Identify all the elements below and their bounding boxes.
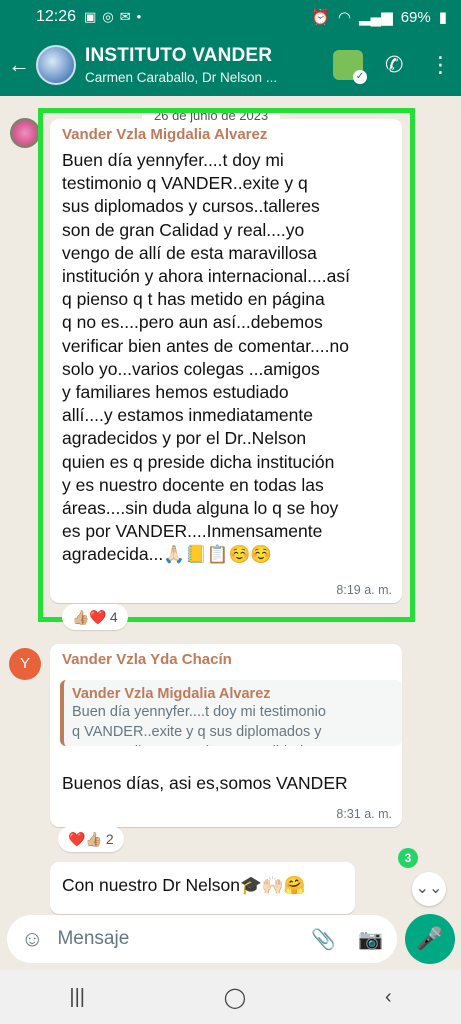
alarm-icon: ⏰ [311,9,330,26]
message-bubble[interactable]: Vander Vzla Yda Chacín Vander Vzla Migda… [50,644,402,827]
chat-area[interactable]: Vander Vzla Migdalia Alvarez Buen día ye… [0,96,461,916]
status-time: 12:26 [36,8,77,25]
add-call-icon[interactable]: ✆ [385,52,403,78]
message-text: Con nuestro Dr Nelson🎓🙌🏻🤗 [62,875,306,895]
message-time: 8:31 a. m. [336,807,392,821]
scroll-down-icon[interactable]: ⌄⌄ [412,872,446,906]
dot-icon: • [136,9,142,24]
wifi-icon: ◠ [337,9,351,26]
reaction-count: 4 [109,609,118,625]
status-bar: 12:26 ▣ ◎ ✉ • ⏰ ◠ ▂▄▆ 69% ▮ [0,0,461,34]
message-sender[interactable]: Vander Vzla Migdalia Alvarez [62,126,267,143]
reaction-emojis: 👍🏼❤️ [72,608,107,625]
reactions-pill[interactable]: 👍🏼❤️ 4 [62,604,128,630]
reaction-emojis: ❤️👍🏼 [68,830,103,847]
group-avatar[interactable] [36,45,76,85]
emoji-icon[interactable]: ☺ [21,926,43,952]
quoted-sender: Vander Vzla Migdalia Alvarez [72,686,271,702]
mic-icon[interactable]: 🎤 [405,914,455,964]
message-sender[interactable]: Vander Vzla Yda Chacín [62,651,232,668]
reaction-count: 2 [105,831,114,847]
date-pill: 26 de junio de 2023 [142,108,281,124]
message-bubble[interactable]: Con nuestro Dr Nelson🎓🙌🏻🤗 [50,862,355,914]
gallery-icon: ▣ [84,9,97,24]
sender-avatar[interactable] [10,118,40,148]
gmail-icon: ✉ [119,9,131,24]
message-text: Buenos días, asi es,somos VANDER [62,773,348,793]
chat-title-box[interactable]: INSTITUTO VANDER Carmen Caraballo, Dr Ne… [85,45,317,85]
unread-badge: 3 [398,848,418,868]
message-bubble[interactable]: Vander Vzla Migdalia Alvarez Buen día ye… [50,119,402,603]
system-nav-bar: ||| ◯ ‹ [0,970,461,1024]
nav-recents-icon[interactable]: ||| [69,986,85,1009]
whatsapp-icon: ◎ [102,9,114,24]
nav-home-icon[interactable]: ◯ [224,985,246,1010]
attach-icon[interactable]: 📎 [311,927,336,952]
message-input[interactable]: Mensaje [57,928,129,950]
chat-header: ← INSTITUTO VANDER Carmen Caraballo, Dr … [0,34,461,96]
camera-icon[interactable]: 📷 [358,927,383,952]
back-arrow-icon[interactable]: ← [2,52,36,78]
chat-subtitle: Carmen Caraballo, Dr Nelson ... [85,70,278,85]
community-icon[interactable] [333,50,367,84]
more-vert-icon[interactable]: ⋮ [429,52,451,78]
sender-avatar[interactable]: Y [9,648,41,680]
chat-title: INSTITUTO VANDER [85,45,273,66]
nav-back-icon[interactable]: ‹ [385,986,392,1009]
quoted-message[interactable]: Vander Vzla Migdalia Alvarez Buen día ye… [60,680,402,746]
message-text: Buen día yennyfer....t doy mi testimonio… [62,150,350,565]
quoted-text: Buen día yennyfer....t doy mi testimonio… [72,704,344,746]
reactions-pill[interactable]: ❤️👍🏼 2 [58,826,124,852]
message-input-bar[interactable]: ☺ Mensaje 📎 📷 [7,915,397,963]
message-time: 8:19 a. m. [336,583,392,597]
battery-label: 69% [400,8,431,26]
signal-icon: ▂▄▆ [359,9,393,26]
battery-icon: ▮ [438,9,447,26]
notification-icons: ▣ ◎ ✉ • [84,9,141,25]
